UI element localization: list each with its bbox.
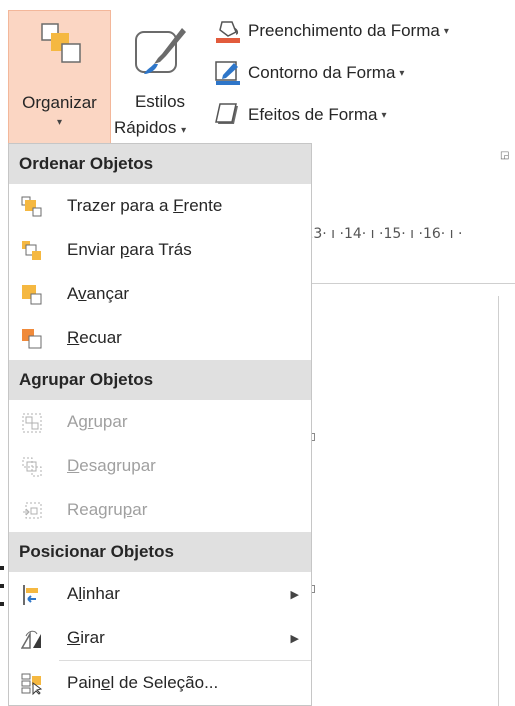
contorno-button[interactable]: Contorno da Forma ▾ xyxy=(214,58,404,88)
section-ordenar-objetos: Ordenar Objetos xyxy=(9,144,311,184)
menu-item-label: Alinhar xyxy=(67,584,120,603)
page-edge xyxy=(300,283,515,284)
arrange-icon xyxy=(41,23,81,63)
menu-item-label: Recuar xyxy=(67,328,122,347)
send-backward-icon xyxy=(22,329,42,349)
shape-outline-icon xyxy=(215,61,240,85)
chevron-down-icon: ▾ xyxy=(381,109,387,121)
chevron-down-icon: ▾ xyxy=(399,67,405,79)
menu-item-agrupar: Agrupar xyxy=(9,400,311,444)
menu-item-reagrupar: Reagrupar xyxy=(9,488,311,532)
contorno-label: Contorno da Forma xyxy=(248,63,396,82)
menu-item-label: Painel de Seleção... xyxy=(67,673,219,692)
paint-bucket-icon xyxy=(216,21,240,43)
bring-to-front-icon xyxy=(21,196,42,217)
preenchimento-button[interactable]: Preenchimento da Forma ▾ xyxy=(214,16,449,46)
bring-forward-icon xyxy=(22,285,42,305)
rotate-icon xyxy=(21,630,41,649)
send-to-back-icon xyxy=(22,241,41,260)
chevron-down-icon: ▾ xyxy=(181,125,187,136)
efeitos-label: Efeitos de Forma xyxy=(248,105,378,124)
menu-item-painel-de-selecao[interactable]: Painel de Seleção... xyxy=(9,661,311,705)
menu-item-label: Avançar xyxy=(67,284,130,303)
estilos-rapidos-button[interactable]: Estilos Rápidos ▾ xyxy=(112,10,208,146)
chevron-down-icon: ▾ xyxy=(56,117,63,128)
menu-item-label: Enviar para Trás xyxy=(67,240,192,259)
menu-item-label: Reagrupar xyxy=(67,500,148,519)
submenu-arrow-icon: ▶ xyxy=(290,588,299,601)
ribbon: Organizar ▾ Estilos Rápidos ▾ Preenchime… xyxy=(0,0,515,148)
doc-mark xyxy=(0,584,4,588)
efeitos-button[interactable]: Efeitos de Forma ▾ xyxy=(214,100,386,130)
regroup-icon xyxy=(23,502,42,519)
chevron-down-icon: ▾ xyxy=(443,25,449,37)
menu-item-desagrupar: Desagrupar xyxy=(9,444,311,488)
rapidos-label: Rápidos ▾ xyxy=(114,118,187,137)
doc-mark xyxy=(0,602,4,606)
menu-item-label: Agrupar xyxy=(67,412,128,431)
submenu-arrow-icon: ▶ xyxy=(290,632,299,645)
quick-styles-icon xyxy=(135,28,186,74)
dialog-launcher-icon[interactable]: ◲ xyxy=(500,150,509,161)
group-icon xyxy=(22,413,42,433)
menu-item-label: Trazer para a Frente xyxy=(67,196,223,215)
menu-item-enviar-para-tras[interactable]: Enviar para Trás xyxy=(9,228,311,272)
page-edge xyxy=(498,296,499,706)
shape-effects-icon xyxy=(215,103,238,124)
menu-item-label: Desagrupar xyxy=(67,456,156,475)
selection-pane-icon xyxy=(21,673,43,695)
organizar-label: Organizar xyxy=(22,93,97,112)
doc-mark xyxy=(0,566,4,570)
menu-item-label: Girar xyxy=(67,628,105,647)
section-posicionar-objetos: Posicionar Objetos xyxy=(9,532,311,572)
align-icon xyxy=(23,585,38,605)
menu-item-alinhar[interactable]: Alinhar ▶ xyxy=(9,572,311,616)
menu-item-avancar[interactable]: Avançar xyxy=(9,272,311,316)
organizar-button[interactable]: Organizar ▾ xyxy=(8,10,111,146)
section-agrupar-objetos: Agrupar Objetos xyxy=(9,360,311,400)
menu-item-girar[interactable]: Girar ▶ xyxy=(9,616,311,660)
ruler: ·13· ı ·14· ı ·15· ı ·16· ı · xyxy=(300,226,463,242)
ungroup-icon xyxy=(22,457,42,477)
preenchimento-label: Preenchimento da Forma xyxy=(248,21,440,40)
estilos-label: Estilos xyxy=(134,92,186,111)
menu-item-trazer-para-frente[interactable]: Trazer para a Frente xyxy=(9,184,311,228)
menu-item-recuar[interactable]: Recuar xyxy=(9,316,311,360)
organizar-menu: Ordenar Objetos Trazer para a Frente Env… xyxy=(8,143,312,706)
